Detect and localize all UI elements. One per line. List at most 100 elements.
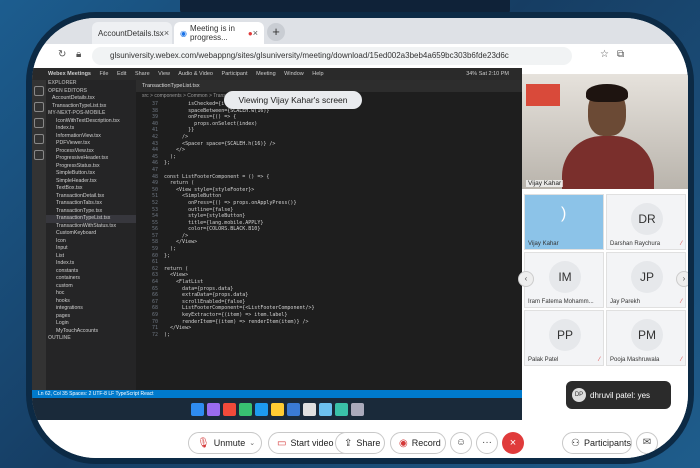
chat-notification[interactable]: DP dhruvil patel: yes (566, 381, 671, 409)
chevron-left-icon[interactable]: ‹ (518, 271, 534, 287)
explorer-item[interactable]: custom (46, 283, 136, 291)
code-text: </View> (164, 325, 192, 332)
explorer-item[interactable]: TransactionDetail.tsx (46, 193, 136, 201)
refresh-icon[interactable]: ↻ (58, 49, 66, 60)
line-number: 67 (151, 298, 158, 305)
line-number: 65 (151, 285, 158, 292)
code-text: <SimpleButton (164, 193, 222, 200)
line-number: 44 (151, 147, 158, 154)
code-text: ListFooterComponent={<ListFooterComponen… (164, 305, 315, 312)
menu-item: Help (312, 71, 324, 77)
extension-icon[interactable]: ⧉ (617, 49, 624, 60)
reactions-button[interactable]: ☺ (450, 432, 472, 454)
chevron-right-icon[interactable]: › (676, 271, 688, 287)
code-line: 44 </> (136, 147, 522, 154)
browser-tab-meeting[interactable]: ◉ Meeting is in progress... ● × (174, 22, 264, 44)
explorer-item[interactable]: constants (46, 268, 136, 276)
unmute-button[interactable]: 🎙︎ Unmute ⌄ (188, 432, 262, 454)
explorer-item[interactable]: OUTLINE (46, 335, 136, 343)
explorer-item[interactable]: hooks (46, 298, 136, 306)
explorer-item[interactable]: ProgressStatus.tsx (46, 163, 136, 171)
explorer-item[interactable]: ProgressiveHeader.tsx (46, 155, 136, 163)
record-button[interactable]: ◉ Record (390, 432, 446, 454)
browser-urlbar: ↻ 🔒︎ glsuniversity.webex.com/webappng/si… (32, 44, 688, 69)
explorer-item[interactable]: ProcessView.tsx (46, 148, 136, 156)
participants-icon: ⚇ (571, 437, 580, 449)
explorer-item[interactable]: List (46, 253, 136, 261)
chevron-down-icon[interactable]: ⌄ (249, 439, 255, 447)
chat-button[interactable]: ✉ (636, 432, 658, 454)
explorer-item[interactable]: Input (46, 245, 136, 253)
explorer-item[interactable]: Index.ts (46, 260, 136, 268)
code-text: ); (164, 246, 177, 253)
explorer-item[interactable]: MyTouchAccounts (46, 328, 136, 336)
line-number: 51 (151, 193, 158, 200)
explorer-item[interactable]: TransactionWithStatus.tsx (46, 223, 136, 231)
participant-tile[interactable]: PM Pooja Mashruwala ⁄ (606, 310, 686, 366)
explorer-item[interactable]: containers (46, 275, 136, 283)
explorer-item[interactable]: CustomKeyboard (46, 230, 136, 238)
participant-tile[interactable]: JP Jay Parekh ⁄ (606, 252, 686, 308)
explorer-item[interactable]: TextBox.tsx (46, 185, 136, 193)
code-text: /> (164, 232, 189, 239)
explorer-item[interactable]: TransactionType.tsx (46, 208, 136, 216)
code-line: 65 data={props.data} (136, 286, 522, 293)
explorer-item[interactable]: SimpleHeader.tsx (46, 178, 136, 186)
participant-tile[interactable]: IM Iram Fatema Mohamm... (524, 252, 604, 308)
explorer-item[interactable]: Index.ts (46, 125, 136, 133)
code-text: props.onSelect(index) (164, 120, 258, 127)
menu-item: File (99, 71, 109, 77)
participant-tile[interactable]: DR Darshan Raychura ⁄ (606, 194, 686, 250)
close-icon[interactable]: × (253, 28, 258, 38)
line-number: 53 (151, 206, 158, 213)
tab-label: AccountDetails.tsx (98, 28, 164, 38)
avatar: IM (549, 261, 581, 293)
code-line: 40 props.onSelect(index) (136, 121, 522, 128)
browser-tab-account-details[interactable]: AccountDetails.tsx × (92, 22, 172, 44)
star-icon[interactable]: ☆ (600, 49, 609, 60)
new-tab-button[interactable]: + (267, 23, 285, 41)
webex-icon: ◉ (180, 28, 187, 38)
explorer-item[interactable]: InformationView.tsx (46, 133, 136, 141)
explorer-item[interactable]: MY-NEXT-POS-MOBILE (46, 110, 136, 118)
explorer-item[interactable]: TransactionTypeList.tsx (46, 215, 136, 223)
code-line: 64 <FlatList (136, 279, 522, 286)
line-number: 61 (151, 259, 158, 266)
explorer-item[interactable]: PDFViewer.tsx (46, 140, 136, 148)
explorer-item[interactable]: OPEN EDITORS (46, 88, 136, 96)
explorer-item[interactable]: Icon (46, 238, 136, 246)
explorer-item[interactable]: TransactionTabs.tsx (46, 200, 136, 208)
participants-button[interactable]: ⚇ Participants (562, 432, 632, 454)
explorer-item[interactable]: IconWithTextDescription.tsx (46, 118, 136, 126)
code-line: 71 </View> (136, 325, 522, 332)
explorer-item[interactable]: EXPLORER (46, 80, 136, 88)
close-icon[interactable]: × (164, 28, 169, 38)
code-text: const ListFooterComponent = () => { (164, 173, 270, 180)
avatar: PM (631, 319, 663, 351)
explorer-item[interactable]: AccountDetails.tsx (46, 95, 136, 103)
code-line: 43 <Spacer space={SCALEH.h(16)} /> (136, 141, 522, 148)
line-number: 37 (151, 101, 158, 107)
explorer-item[interactable]: integrations (46, 305, 136, 313)
record-label: Record (411, 438, 441, 448)
participant-tile[interactable]: ) Vijay Kahar (524, 194, 604, 250)
explorer-item[interactable]: pages (46, 313, 136, 321)
more-options-button[interactable]: ··· (476, 432, 498, 454)
mac-menubar: Webex Meetings File Edit Share View Audi… (32, 68, 522, 80)
address-bar[interactable]: glsuniversity.webex.com/webappng/sites/g… (92, 47, 572, 65)
explorer-item[interactable]: SimpleButton.tsx (46, 170, 136, 178)
line-number: 69 (151, 312, 158, 318)
menu-item: Audio & Video (178, 71, 213, 77)
participant-tile[interactable]: PP Palak Patel ⁄ (524, 310, 604, 366)
line-number: 68 (151, 305, 158, 312)
explorer-item[interactable]: hoc (46, 290, 136, 298)
app-icon (206, 402, 220, 416)
line-number: 38 (151, 107, 158, 114)
share-button[interactable]: ⇪ Share (335, 432, 385, 454)
main-video-tile[interactable]: Vijay Kahar (522, 74, 688, 189)
explorer-item[interactable]: TransactionTypeList.tsx (46, 103, 136, 111)
leave-meeting-button[interactable]: × (502, 432, 524, 454)
muted-icon: ⁄ (680, 357, 682, 363)
lock-icon[interactable]: 🔒︎ (76, 49, 81, 60)
explorer-item[interactable]: Login (46, 320, 136, 328)
